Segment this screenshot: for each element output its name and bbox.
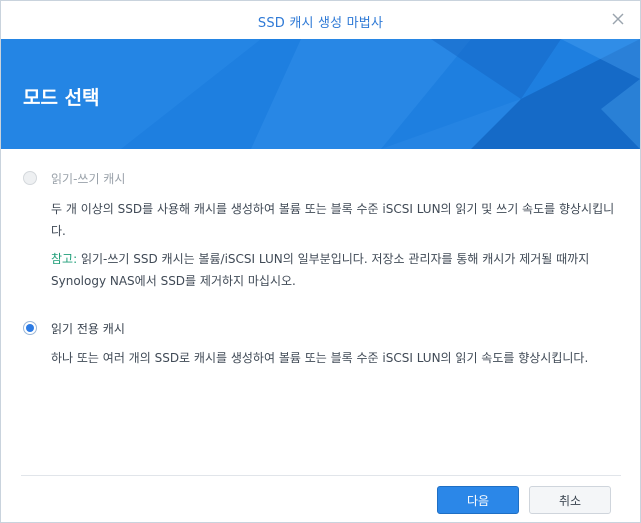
title-bar: SSD 캐시 생성 마법사: [1, 1, 640, 39]
header-banner: 모드 선택: [1, 39, 640, 149]
read-only-cache-radio[interactable]: [23, 321, 37, 335]
cancel-button[interactable]: 취소: [529, 486, 611, 514]
next-button[interactable]: 다음: [437, 486, 519, 514]
page-title: 모드 선택: [23, 87, 100, 109]
ssd-cache-wizard-dialog: SSD 캐시 생성 마법사 모드 선택 읽기-쓰기 캐시 두 개 이상의 SSD…: [0, 0, 641, 523]
close-button[interactable]: [610, 11, 626, 27]
read-write-cache-note: 참고: 읽기-쓰기 SSD 캐시는 볼륨/iSCSI LUN의 일부분입니다. …: [51, 248, 623, 292]
close-icon: [612, 13, 624, 25]
window-title: SSD 캐시 생성 마법사: [257, 16, 384, 31]
read-write-cache-radio[interactable]: [23, 171, 37, 185]
note-text: 읽기-쓰기 SSD 캐시는 볼륨/iSCSI LUN의 일부분입니다. 저장소 …: [51, 252, 590, 288]
read-write-cache-description: 두 개 이상의 SSD를 사용해 캐시를 생성하여 볼륨 또는 블록 수준 iS…: [51, 202, 615, 238]
read-only-cache-label: 읽기 전용 캐시: [51, 322, 125, 336]
note-label: 참고:: [51, 252, 78, 266]
read-only-cache-description: 하나 또는 여러 개의 SSD로 캐시를 생성하여 볼륨 또는 블록 수준 iS…: [51, 351, 589, 365]
read-write-cache-label: 읽기-쓰기 캐시: [51, 172, 126, 186]
footer-divider: [21, 475, 621, 476]
